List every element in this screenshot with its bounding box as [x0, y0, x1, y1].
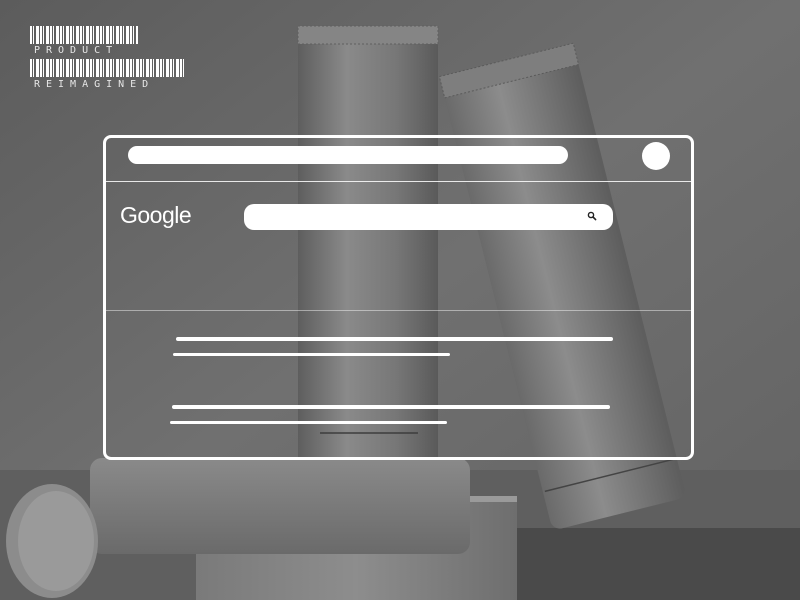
toolbar-divider — [106, 181, 691, 182]
barcode-icon — [30, 59, 184, 77]
barcode-icon — [30, 26, 138, 44]
search-result-title-line[interactable] — [172, 405, 610, 409]
search-result-title-line[interactable] — [176, 337, 613, 341]
search-result-snippet-line — [170, 421, 447, 424]
brand-line-reimagined: REIMAGINED — [34, 79, 155, 90]
search-input[interactable] — [244, 204, 613, 230]
profile-avatar[interactable] — [642, 142, 670, 170]
content-divider — [106, 310, 691, 311]
dark-block — [515, 528, 800, 600]
address-bar[interactable] — [128, 146, 568, 164]
google-logo: Google — [120, 202, 192, 228]
browser-window-wireframe: Google — [103, 135, 694, 460]
magnifier-icon[interactable] — [587, 211, 597, 221]
brand-line-product: PRODUCT — [34, 45, 119, 56]
brand-mark: PRODUCT REIMAGINED — [30, 26, 190, 96]
search-result-snippet-line — [173, 353, 450, 356]
